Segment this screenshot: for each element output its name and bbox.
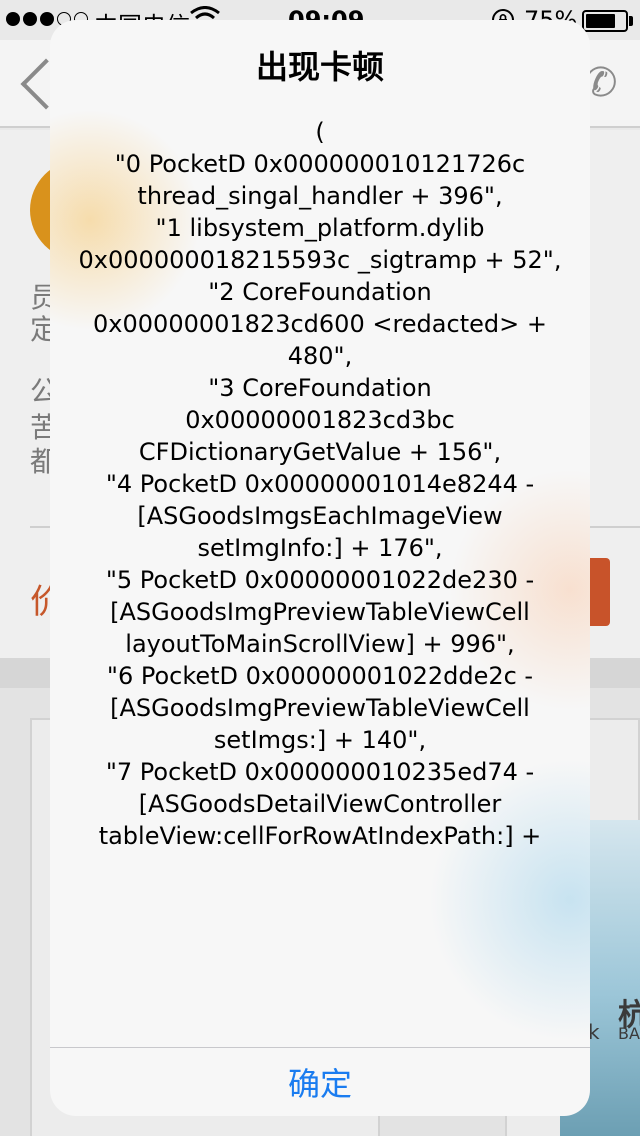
alert-dialog: 出现卡顿 ( "0 PocketD 0x000000010121726c thr…	[50, 20, 590, 1116]
battery-icon	[582, 10, 628, 32]
confirm-button[interactable]: 确定	[50, 1048, 590, 1116]
alert-title: 出现卡顿	[255, 48, 384, 86]
battery-cap	[629, 16, 633, 26]
background-text-fragment: BA	[618, 1024, 640, 1043]
alert-message: ( "0 PocketD 0x000000010121726c thread_s…	[78, 118, 562, 850]
